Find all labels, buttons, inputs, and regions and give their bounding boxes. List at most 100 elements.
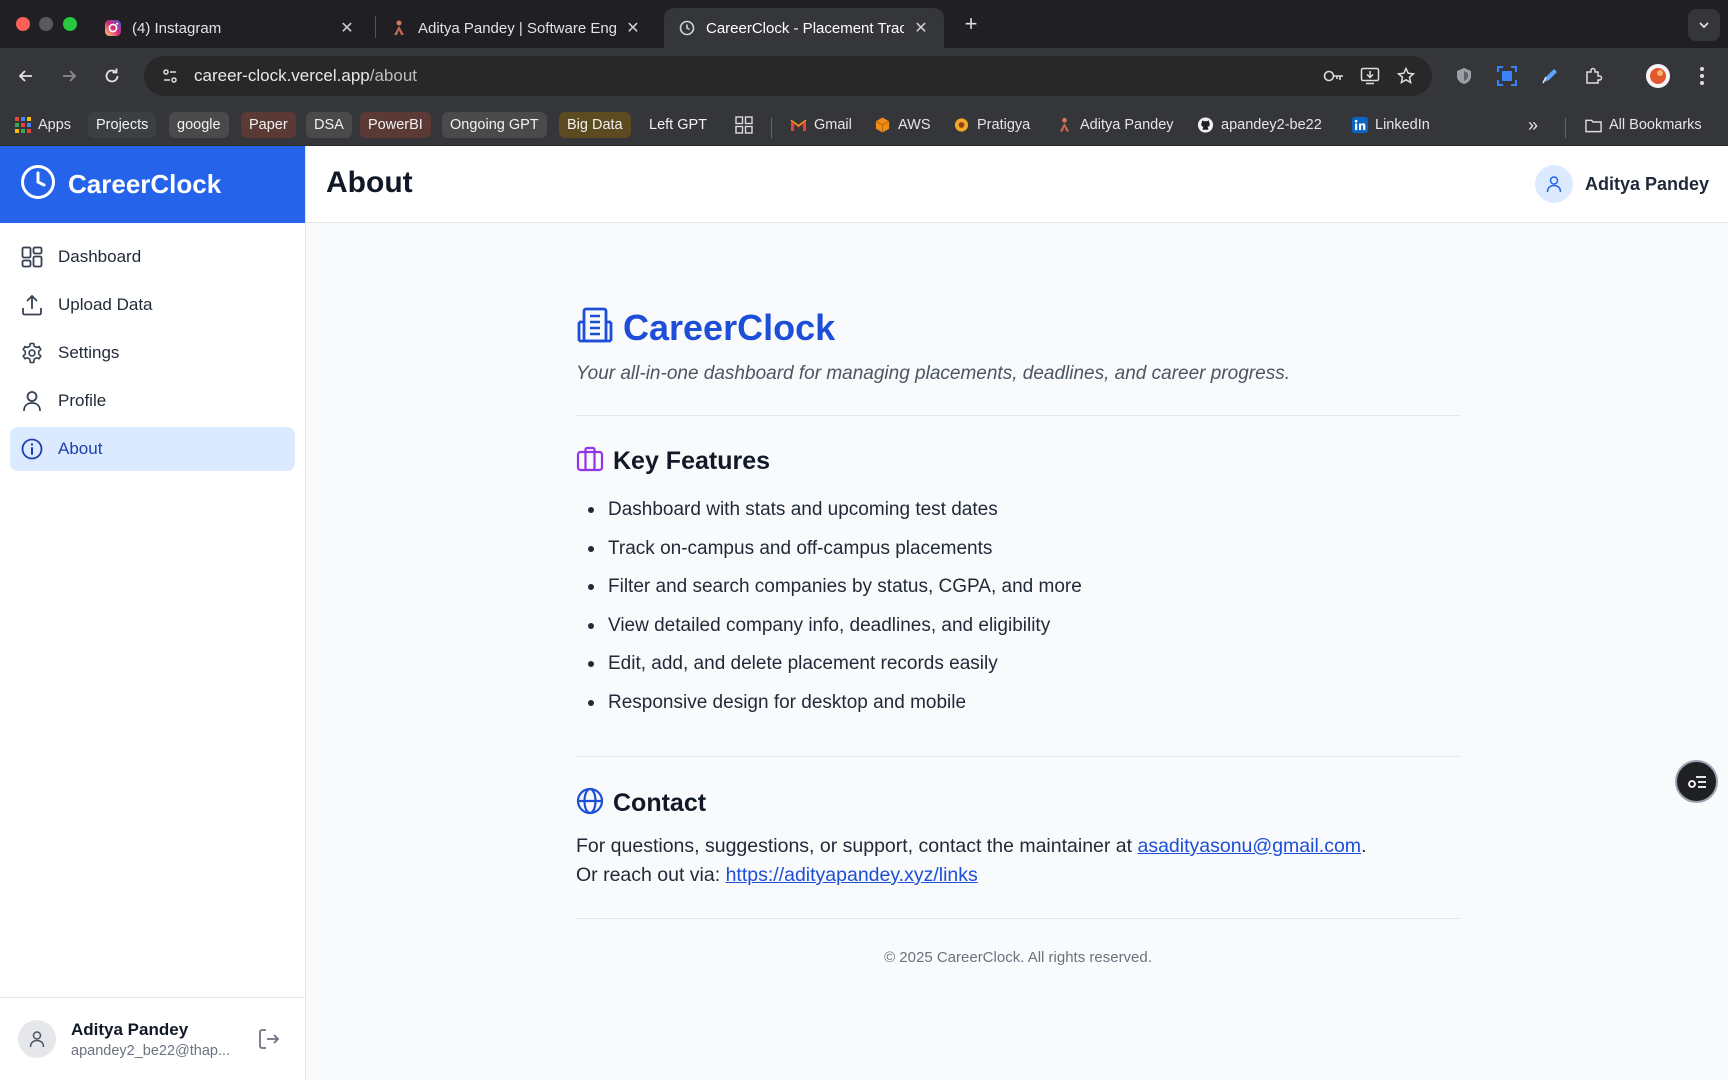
building-icon [576, 306, 614, 349]
bookmark-github[interactable]: apandey2-be22 [1197, 112, 1322, 138]
sidebar: CareerClock Dashboard Upload Data Settin… [0, 146, 306, 1080]
tab-label: Aditya Pandey | Software Engi [418, 19, 616, 37]
site-info-icon[interactable] [150, 67, 190, 85]
divider [576, 415, 1460, 416]
tab-close-icon[interactable]: ✕ [338, 18, 356, 38]
new-tab-button[interactable]: + [956, 10, 986, 40]
sidebar-user-info: Aditya Pandey apandey2_be22@thap... [71, 1020, 241, 1059]
briefcase-icon [576, 446, 604, 477]
bookmark-label: AWS [898, 117, 931, 133]
bookmark-gmail[interactable]: Gmail [790, 112, 852, 138]
bookmark-label: LinkedIn [1375, 117, 1430, 133]
bookmarks-overflow-button[interactable]: » [1528, 112, 1538, 138]
tab-groups-icon[interactable] [735, 112, 753, 138]
bookmark-apps[interactable]: Apps [14, 112, 71, 138]
bullet [588, 507, 594, 514]
upload-icon [20, 293, 44, 317]
sidebar-item-upload-data[interactable]: Upload Data [10, 283, 295, 327]
bookmark-folder-dsa[interactable]: DSA [306, 112, 352, 138]
feature-text: View detailed company info, deadlines, a… [608, 614, 1051, 636]
bookmark-folder-google[interactable]: google [169, 112, 229, 138]
bookmark-aditya-pandey[interactable]: Aditya Pandey [1056, 112, 1174, 138]
bookmark-folder-left-gpt[interactable]: Left GPT [641, 112, 716, 138]
bookmark-label: All Bookmarks [1609, 117, 1702, 133]
avatar[interactable] [1534, 165, 1573, 203]
bookmark-star-icon[interactable] [1388, 66, 1424, 86]
bookmark-folder-powerbi[interactable]: PowerBI [360, 112, 431, 138]
bookmark-aws[interactable]: AWS [874, 112, 931, 138]
bookmark-folder-projects[interactable]: Projects [88, 112, 157, 138]
back-button[interactable] [12, 62, 40, 90]
sidebar-item-dashboard[interactable]: Dashboard [10, 235, 295, 279]
minimize-window-button[interactable] [39, 17, 53, 31]
arrow-left-icon [18, 70, 32, 82]
close-window-button[interactable] [16, 17, 30, 31]
contact-heading: Contact [576, 787, 1460, 820]
sidebar-item-settings[interactable]: Settings [10, 331, 295, 375]
apps-grid-icon [14, 117, 31, 134]
floating-action-button[interactable] [1675, 760, 1718, 803]
screenshot-extension-icon[interactable] [1493, 62, 1521, 90]
tab-instagram[interactable]: (4) Instagram ✕ [90, 8, 370, 48]
list-item: Responsive design for desktop and mobile [576, 684, 1460, 723]
bullet [588, 699, 594, 706]
instagram-icon [104, 19, 122, 37]
aws-cube-icon [874, 117, 891, 134]
tab-aditya-pandey[interactable]: Aditya Pandey | Software Engi ✕ [376, 8, 656, 48]
gear-icon [20, 341, 44, 365]
contact-line-email: For questions, suggestions, or support, … [576, 832, 1460, 861]
puzzle-extensions-icon[interactable] [1579, 62, 1607, 90]
tab-close-icon[interactable]: ✕ [912, 18, 930, 38]
pen-extension-icon[interactable] [1536, 62, 1564, 90]
bookmark-linkedin[interactable]: LinkedIn [1351, 112, 1430, 138]
profile-avatar[interactable] [1644, 62, 1672, 90]
avatar[interactable] [18, 1020, 56, 1058]
gmail-icon [790, 117, 807, 134]
bookmark-pratigya[interactable]: Pratigya [953, 112, 1030, 138]
url-text: career-clock.vercel.app/about [194, 66, 1316, 86]
tab-careerclock[interactable]: CareerClock - Placement Trac ✕ [664, 8, 944, 48]
footer-copyright: © 2025 CareerClock. All rights reserved. [884, 949, 1152, 966]
info-icon [20, 437, 44, 461]
logout-button[interactable] [256, 1026, 282, 1052]
bookmark-label: Gmail [814, 117, 852, 133]
user-icon [20, 389, 44, 413]
shield-extension-icon[interactable] [1450, 62, 1478, 90]
reload-button[interactable] [98, 62, 126, 90]
address-bar[interactable]: career-clock.vercel.app/about [144, 56, 1432, 96]
sidebar-brand[interactable]: CareerClock [0, 146, 305, 223]
tab-close-icon[interactable]: ✕ [624, 18, 642, 38]
bookmark-separator [1565, 118, 1566, 138]
install-app-icon[interactable] [1352, 67, 1388, 85]
feature-text: Track on-campus and off-campus placement… [608, 537, 993, 559]
features-title: Key Features [613, 447, 771, 475]
sidebar-user-name: Aditya Pandey [71, 1019, 189, 1039]
header-user-menu[interactable]: Aditya Pandey [1534, 165, 1709, 203]
browser-menu-icon[interactable] [1688, 62, 1716, 90]
sidebar-item-profile[interactable]: Profile [10, 379, 295, 423]
sidebar-item-about[interactable]: About [10, 427, 295, 471]
bookmark-label: Pratigya [977, 117, 1031, 133]
maximize-window-button[interactable] [63, 17, 77, 31]
header-user-name: Aditya Pandey [1584, 173, 1709, 194]
forward-button[interactable] [55, 62, 83, 90]
features-list: Dashboard with stats and upcoming test d… [576, 491, 1460, 722]
contact-prefix: Or reach out via: [576, 864, 726, 886]
tab-search-button[interactable] [1688, 9, 1720, 41]
bookmark-folder-ongoing-gpt[interactable]: Ongoing GPT [442, 112, 547, 138]
url-path: /about [369, 66, 418, 85]
list-item: Track on-campus and off-campus placement… [576, 530, 1460, 569]
feature-text: Dashboard with stats and upcoming test d… [608, 499, 998, 521]
bullet [588, 584, 594, 591]
contact-links-url[interactable]: https://adityapandey.xyz/links [726, 864, 978, 886]
user-icon [29, 1031, 45, 1048]
browser-toolbar: career-clock.vercel.app/about [0, 48, 1728, 104]
contact-email-link[interactable]: asadityasonu@gmail.com [1137, 835, 1361, 857]
all-bookmarks-button[interactable]: All Bookmarks [1585, 112, 1702, 138]
feature-text: Edit, add, and delete placement records … [608, 653, 998, 675]
pratigya-icon [953, 117, 970, 134]
bookmark-folder-paper[interactable]: Paper [241, 112, 296, 138]
bookmark-folder-big-data[interactable]: Big Data [559, 112, 631, 138]
password-key-icon[interactable] [1316, 68, 1352, 84]
reload-icon [105, 68, 119, 83]
